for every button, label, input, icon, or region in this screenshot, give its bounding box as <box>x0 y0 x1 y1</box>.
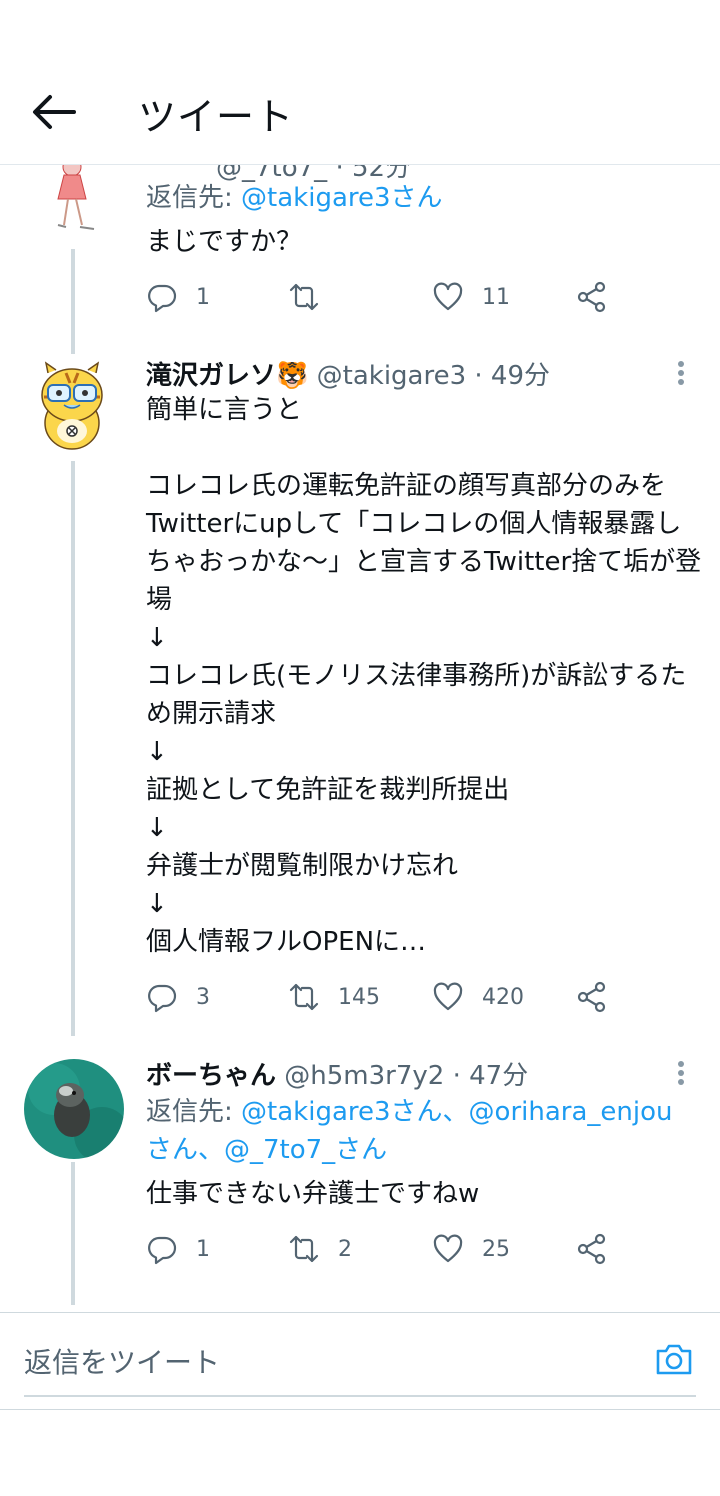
tweet-actions: 1 11 <box>146 277 626 317</box>
reply-count: 1 <box>196 284 210 310</box>
seal-photo-avatar <box>24 1059 124 1159</box>
heart-icon <box>433 982 463 1011</box>
reply-icon <box>148 984 177 1013</box>
tweet-actions: 1 2 25 <box>146 1229 626 1269</box>
input-underline <box>24 1395 696 1397</box>
reply-to-line: 返信先: @takigare3さん <box>146 183 443 213</box>
page-title: ツイート <box>138 95 295 139</box>
like-button[interactable]: 25 <box>432 1229 510 1269</box>
tweet-text: まじですか？ <box>146 227 303 257</box>
heart-icon <box>433 282 463 311</box>
handle[interactable]: @h5m3r7y2 <box>284 1061 444 1091</box>
reply-icon <box>148 1236 177 1265</box>
retweet-icon <box>289 983 319 1011</box>
retweet-button[interactable] <box>288 277 338 317</box>
tweet-text: 仕事できない弁護士ですねw <box>146 1179 480 1209</box>
thread: @_7to7_ · 52分 返信先: @takigare3さん まじですか？ 1… <box>0 165 720 1310</box>
share-button[interactable] <box>576 1229 608 1269</box>
thread-connector <box>71 1162 75 1305</box>
like-count: 11 <box>482 284 510 310</box>
reply-to-link[interactable]: @takigare3さん <box>241 183 443 213</box>
tweet-text: 簡単に言うと コレコレ氏の運転免許証の顔写真部分のみをTwitterにupして「… <box>146 395 702 957</box>
thread-connector <box>71 461 75 1036</box>
top-bar: ツイート <box>0 0 720 165</box>
retweet-count: 2 <box>338 1236 352 1262</box>
timestamp: · 47分 <box>444 1061 529 1091</box>
display-name[interactable]: 滝沢ガレソ🐯 <box>146 361 308 391</box>
like-button[interactable]: 420 <box>432 977 524 1017</box>
share-icon <box>577 1233 606 1265</box>
reply-input[interactable]: 返信をツイート <box>24 1341 220 1381</box>
like-count: 25 <box>482 1236 510 1262</box>
tweet-header: 滝沢ガレソ🐯 @takigare3 · 49分 <box>146 355 550 392</box>
avatar[interactable] <box>24 1059 124 1159</box>
like-button[interactable]: 11 <box>432 277 510 317</box>
share-button[interactable] <box>576 277 608 317</box>
reply-count: 1 <box>196 1236 210 1262</box>
share-icon <box>577 981 606 1013</box>
retweet-button[interactable]: 145 <box>288 977 380 1017</box>
avatar[interactable] <box>44 165 104 237</box>
reply-button[interactable]: 1 <box>146 1229 210 1269</box>
heart-icon <box>433 1234 463 1263</box>
retweet-button[interactable]: 2 <box>288 1229 352 1269</box>
share-button[interactable] <box>576 977 608 1017</box>
handle[interactable]: @takigare3 <box>317 361 467 391</box>
share-icon <box>577 281 606 313</box>
reply-compose-bar: 返信をツイート <box>0 1312 720 1410</box>
thread-connector <box>71 249 75 354</box>
reply-count: 3 <box>196 984 210 1010</box>
retweet-count: 145 <box>338 984 380 1010</box>
display-name[interactable]: ボーちゃん <box>146 1061 276 1091</box>
timestamp: · 49分 <box>466 361 551 391</box>
reply-button[interactable]: 3 <box>146 977 210 1017</box>
reply-button[interactable]: 1 <box>146 277 210 317</box>
reply-icon <box>148 284 177 313</box>
like-count: 420 <box>482 984 524 1010</box>
reply-to-line: 返信先: @takigare3さん、@orihara_enjouさん、@_7to… <box>146 1097 673 1165</box>
more-options-icon[interactable] <box>678 361 686 388</box>
tweet-header: ボーちゃん @h5m3r7y2 · 47分 <box>146 1055 528 1092</box>
retweet-icon <box>289 283 319 311</box>
avatar[interactable] <box>36 361 108 453</box>
tweet-actions: 3 145 420 <box>146 977 626 1017</box>
retweet-icon <box>289 1235 319 1263</box>
girl-illustration-avatar <box>57 165 95 230</box>
tiger-mascot-avatar <box>41 361 103 450</box>
more-options-icon[interactable] <box>678 1061 686 1088</box>
back-arrow-icon[interactable] <box>30 92 76 132</box>
camera-icon[interactable] <box>654 1339 694 1379</box>
